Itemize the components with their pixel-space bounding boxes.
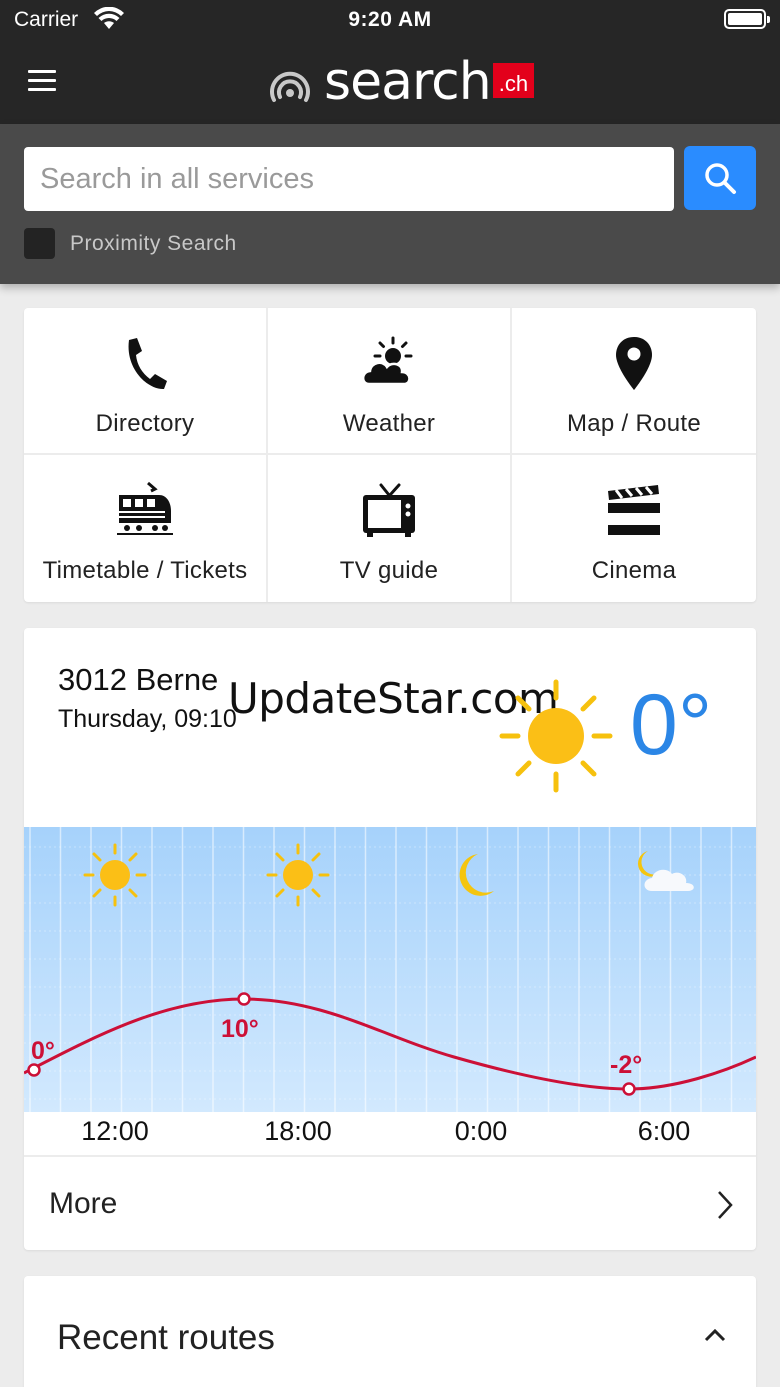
sun-icon: [499, 679, 613, 793]
forecast-point: [27, 1063, 41, 1077]
service-label: Timetable / Tickets: [42, 557, 248, 584]
chevron-up-icon[interactable]: [704, 1328, 726, 1342]
forecast-point: [237, 992, 251, 1006]
logo-suffix: .ch: [492, 62, 535, 98]
service-map-route[interactable]: Map / Route: [512, 308, 756, 455]
service-label: Cinema: [591, 557, 677, 584]
app-header: search .ch: [0, 42, 780, 124]
map-pin-icon: [616, 337, 652, 390]
proximity-search-toggle[interactable]: Proximity Search: [24, 228, 237, 259]
logo-text: search: [324, 52, 492, 112]
sun-icon: [83, 843, 147, 907]
chevron-right-icon: [718, 1191, 733, 1219]
proximity-label: Proximity Search: [70, 231, 237, 255]
battery-icon: [724, 9, 770, 29]
search-icon: [705, 163, 736, 194]
proximity-checkbox[interactable]: [24, 228, 55, 259]
tv-icon: [363, 483, 415, 537]
sun-icon: [266, 843, 330, 907]
temp-label: -2°: [610, 1051, 642, 1079]
weather-date: Thursday, 09:10: [58, 705, 237, 733]
phone-icon: [128, 338, 167, 390]
more-label: More: [49, 1187, 118, 1220]
time-label: 0:00: [454, 1116, 508, 1146]
temp-label: 10°: [221, 1015, 259, 1043]
train-icon: [117, 481, 173, 535]
current-temperature: 0°: [630, 677, 713, 773]
status-bar: Carrier 9:20 AM: [0, 0, 780, 42]
search-panel: Proximity Search: [0, 124, 780, 284]
forecast-time-axis: 12:00 18:00 0:00 6:00: [24, 1112, 756, 1154]
service-timetable-tickets[interactable]: Timetable / Tickets: [24, 455, 268, 602]
service-label: Directory: [95, 410, 195, 437]
weather-card[interactable]: 3012 Berne Thursday, 09:10 UpdateStar.co…: [24, 628, 756, 1250]
service-cinema[interactable]: Cinema: [512, 455, 756, 602]
time-label: 12:00: [81, 1116, 149, 1146]
service-tv-guide[interactable]: TV guide: [268, 455, 512, 602]
menu-icon[interactable]: [28, 70, 56, 92]
recent-routes-title: Recent routes: [57, 1318, 275, 1357]
weather-icon: [361, 336, 413, 386]
logo[interactable]: search .ch: [270, 52, 535, 112]
service-label: Weather: [342, 410, 436, 437]
temp-label: 0°: [31, 1037, 55, 1065]
search-input[interactable]: [24, 147, 674, 211]
search-button[interactable]: [684, 146, 756, 210]
time-label: 6:00: [637, 1116, 691, 1146]
weather-location: 3012 Berne: [58, 662, 219, 697]
service-directory[interactable]: Directory: [24, 308, 268, 455]
clock: 9:20 AM: [348, 8, 432, 31]
service-weather[interactable]: Weather: [268, 308, 512, 455]
logo-signal-icon: [270, 71, 310, 102]
recent-routes-card: Recent routes: [24, 1276, 756, 1387]
service-label: TV guide: [339, 557, 439, 584]
forecast-point: [622, 1082, 636, 1096]
service-label: Map / Route: [566, 410, 702, 437]
weather-more-button[interactable]: More: [24, 1155, 756, 1250]
services-grid: Directory Weather Map / Route Timetable …: [24, 308, 756, 602]
forecast-chart: 0° 10° -2°: [24, 827, 756, 1112]
time-label: 18:00: [264, 1116, 332, 1146]
clapperboard-icon: [608, 485, 660, 535]
